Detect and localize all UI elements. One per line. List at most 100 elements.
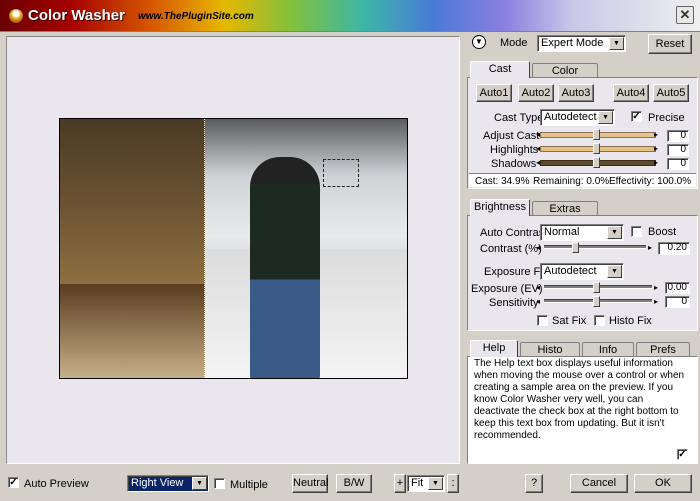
sensitivity-slider[interactable]: ◂ ▸ — [536, 296, 660, 308]
close-button[interactable]: ✕ — [676, 6, 694, 24]
auto-preview-checkbox[interactable]: ✓ — [8, 477, 19, 488]
chevron-down-icon: ▼ — [192, 477, 207, 490]
precise-label: Precise — [648, 112, 685, 124]
multiple-checkbox[interactable] — [214, 478, 225, 489]
preview-image[interactable] — [59, 118, 408, 379]
exposure-fix-label: Exposure Fix — [484, 266, 549, 278]
sat-fix-checkbox[interactable] — [537, 315, 548, 326]
highlights-slider[interactable]: ◂ ▸ — [536, 143, 660, 155]
sensitivity-label: Sensitivity — [489, 297, 539, 309]
auto3-button[interactable]: Auto3 — [558, 84, 594, 102]
boost-checkbox[interactable] — [631, 226, 642, 237]
preview-split-line[interactable] — [204, 119, 205, 378]
auto5-button[interactable]: Auto5 — [653, 84, 689, 102]
app-title: Color Washer — [28, 7, 125, 24]
contrast-value[interactable]: 0.20 — [658, 242, 690, 255]
shadows-label: Shadows — [491, 158, 537, 170]
tab-brightness[interactable]: Brightness — [470, 199, 530, 216]
adjust-cast-slider[interactable]: ◂ ▸ — [536, 129, 660, 141]
help-button[interactable]: ? — [525, 474, 543, 493]
slider-right-arrow-icon[interactable]: ▸ — [654, 144, 658, 153]
zoom-select-value: Fit — [411, 477, 424, 489]
adjust-cast-thumb[interactable] — [593, 129, 600, 140]
view-select[interactable]: Right View ▼ — [127, 475, 209, 492]
zoom-select[interactable]: Fit ▼ — [407, 475, 445, 492]
adjust-cast-value[interactable]: 0 — [667, 130, 689, 142]
precise-checkbox[interactable]: ✓ — [631, 111, 642, 122]
contrast-slider[interactable]: ◂ ▸ — [536, 242, 654, 254]
highlights-value[interactable]: 0 — [667, 144, 689, 156]
histo-fix-label: Histo Fix — [609, 315, 652, 327]
slider-left-arrow-icon[interactable]: ◂ — [536, 243, 540, 252]
chevron-down-icon: ▼ — [609, 37, 624, 50]
exposure-label: Exposure (EV) — [471, 283, 543, 295]
shadows-thumb[interactable] — [593, 157, 600, 168]
mode-menu-icon[interactable]: ▼ — [472, 35, 486, 49]
mode-select-value: Expert Mode — [541, 37, 604, 49]
auto2-button[interactable]: Auto2 — [518, 84, 554, 102]
cast-type-label: Cast Type — [494, 112, 544, 124]
sensitivity-value[interactable]: 0 — [665, 296, 690, 308]
slider-right-arrow-icon[interactable]: ▸ — [654, 130, 658, 139]
auto-contrast-select[interactable]: Normal ▼ — [540, 224, 624, 241]
title-bar: Color Washer www.ThePluginSite.com ✕ — [0, 0, 700, 32]
slider-left-arrow-icon[interactable]: ◂ — [536, 283, 540, 292]
slider-left-arrow-icon[interactable]: ◂ — [536, 158, 540, 167]
zoom-in-button[interactable]: + — [394, 474, 406, 493]
cast-type-value: Autodetect — [544, 111, 597, 123]
histo-fix-checkbox[interactable] — [594, 315, 605, 326]
bw-button[interactable]: B/W — [336, 474, 372, 493]
shadows-slider[interactable]: ◂ ▸ — [536, 157, 660, 169]
preview-person — [250, 157, 320, 378]
exposure-fix-select[interactable]: Autodetect ▼ — [540, 263, 624, 280]
adjust-cast-label: Adjust Cast — [483, 130, 540, 142]
exposure-fix-value: Autodetect — [544, 265, 597, 277]
app-logo-icon — [8, 8, 24, 24]
exposure-thumb[interactable] — [593, 282, 600, 293]
chevron-down-icon: ▼ — [598, 111, 613, 124]
app-url: www.ThePluginSite.com — [138, 11, 254, 22]
slider-right-arrow-icon[interactable]: ▸ — [654, 158, 658, 167]
chevron-down-icon: ▼ — [607, 265, 622, 278]
reset-button[interactable]: Reset — [648, 34, 692, 54]
slider-right-arrow-icon[interactable]: ▸ — [654, 283, 658, 292]
contrast-track — [544, 245, 646, 249]
boost-label: Boost — [648, 226, 677, 238]
tab-extras[interactable]: Extras — [532, 201, 598, 216]
zoom-out-button[interactable]: : — [447, 474, 459, 493]
cancel-button[interactable]: Cancel — [570, 474, 628, 493]
slider-left-arrow-icon[interactable]: ◂ — [536, 144, 540, 153]
sensitivity-thumb[interactable] — [593, 296, 600, 307]
contrast-thumb[interactable] — [572, 242, 579, 253]
help-update-checkbox[interactable]: ✓ — [677, 449, 688, 460]
mode-select[interactable]: Expert Mode ▼ — [537, 35, 626, 52]
shadows-value[interactable]: 0 — [667, 158, 689, 170]
slider-right-arrow-icon[interactable]: ▸ — [648, 243, 652, 252]
cast-type-select[interactable]: Autodetect ▼ — [540, 109, 615, 126]
highlights-label: Highlights — [490, 144, 539, 156]
highlights-thumb[interactable] — [593, 143, 600, 154]
preview-counter-left — [60, 284, 205, 378]
exposure-value[interactable]: 0.00 — [665, 282, 690, 294]
tab-color[interactable]: Color — [532, 63, 598, 78]
sample-area-selection[interactable] — [323, 159, 359, 187]
slider-right-arrow-icon[interactable]: ▸ — [654, 297, 658, 306]
slider-left-arrow-icon[interactable]: ◂ — [536, 130, 540, 139]
tab-prefs[interactable]: Prefs — [636, 342, 690, 357]
chevron-down-icon: ▼ — [607, 226, 622, 239]
slider-left-arrow-icon[interactable]: ◂ — [536, 297, 540, 306]
view-select-value: Right View — [131, 477, 184, 489]
chevron-down-icon: ▼ — [428, 477, 443, 490]
tab-help[interactable]: Help — [470, 340, 518, 357]
ok-button[interactable]: OK — [634, 474, 692, 493]
auto4-button[interactable]: Auto4 — [613, 84, 649, 102]
exposure-slider[interactable]: ◂ ▸ — [536, 282, 660, 294]
tab-histo[interactable]: Histo — [520, 342, 580, 357]
neutral-button[interactable]: Neutral — [292, 474, 328, 493]
cast-percent: Cast: 34.9% — [475, 176, 530, 187]
tab-info[interactable]: Info — [582, 342, 634, 357]
auto1-button[interactable]: Auto1 — [476, 84, 512, 102]
tab-cast[interactable]: Cast — [470, 61, 530, 78]
effectivity-percent: Effectivity: 100.0% — [609, 176, 692, 187]
mode-label: Mode — [500, 37, 528, 49]
